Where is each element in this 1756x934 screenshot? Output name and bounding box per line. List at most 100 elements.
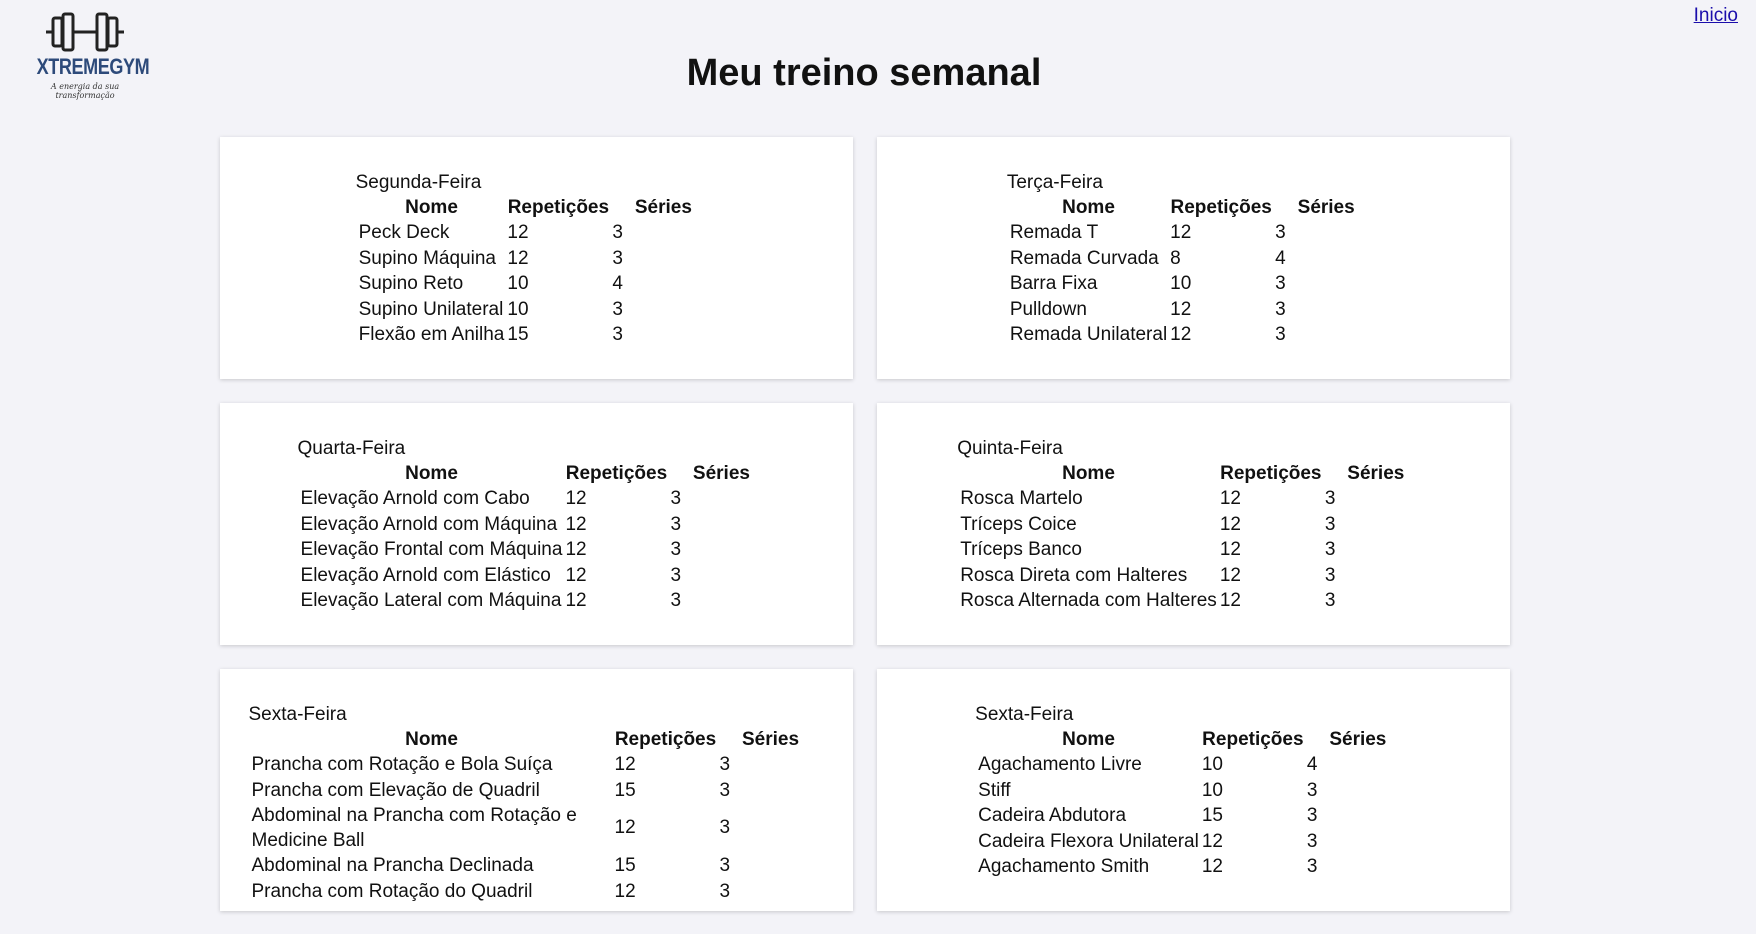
column-header: Repetições [565,463,668,484]
table-row: Prancha com Elevação de Quadril 15 3 [252,779,822,804]
column-header: Nome [405,729,458,750]
day-card: Quarta-Feira Nome Repetições Séries Elevação… [220,403,853,645]
series-cell: 3 [670,564,682,586]
series-cell: 3 [612,324,623,345]
table-row: Peck Deck 12 3 [359,221,715,246]
exercise-name: Supino Unilateral [358,298,504,320]
table-row: Elevação Arnold com Elástico 12 3 [301,564,773,589]
column-header: Repetições [1202,729,1304,750]
repetitions-cell: 8 [1170,247,1181,269]
series-cell: 3 [719,880,731,902]
column-header: Séries [1329,729,1387,750]
table-row: Supino Reto 10 4 [359,272,715,297]
repetitions-cell: 12 [1201,830,1223,852]
exercise-name: Agachamento Livre [978,754,1142,775]
column-header: Repetições [1170,197,1272,218]
exercise-name: Elevação Lateral com Máquina [300,590,562,611]
exercise-name: Pulldown [1009,298,1087,320]
exercise-name: Rosca Martelo [960,488,1083,509]
exercise-name: Elevação Arnold com Elástico [300,564,551,586]
repetitions-cell: 12 [614,880,636,902]
table-row: Supino Unilateral 10 3 [359,298,715,323]
exercise-name: Peck Deck [358,222,450,243]
table-row: Tríceps Coice 12 3 [960,513,1427,538]
table-row: Prancha com Rotação do Quadril 12 3 [252,880,822,905]
table-header-row: Nome Repetições Séries [359,196,715,220]
table-row: Flexão em Anilha 15 3 [359,323,715,348]
exercise-name: Elevação Arnold com Cabo [300,488,530,509]
series-cell: 3 [1306,830,1318,852]
column-header: Séries [634,197,692,218]
table-row: Abdominal na Prancha com Rotação e Medic… [252,804,822,853]
series-cell: 3 [719,855,731,876]
series-cell: 3 [1306,779,1318,801]
workout-table: Quinta-Feira Nome Repetições Séries Rosca Ma… [957,438,1430,615]
day-card: Terça-Feira Nome Repetições Séries Remada T 1… [877,137,1510,379]
exercise-name: Agachamento Smith [978,856,1150,877]
day-caption: Segunda-Feira [355,172,482,193]
series-cell: 3 [1306,856,1318,877]
day-caption: Quinta-Feira [957,438,1063,459]
series-cell: 3 [612,222,623,243]
series-cell: 3 [1275,273,1286,294]
table-header-row: Nome Repetições Séries [978,728,1409,752]
workout-table: Terça-Feira Nome Repetições Séries Remada T 1… [1007,172,1380,349]
repetitions-cell: 10 [1170,273,1192,294]
dumbbell-icon [46,12,124,52]
exercise-name: Tríceps Coice [960,513,1077,535]
exercise-name: Elevação Arnold com Máquina [300,513,558,535]
table-row: Stiff 10 3 [978,779,1409,804]
workout-table: Sexta-Feira Nome Repetições Séries Prancha c… [249,704,825,905]
exercise-name: Tríceps Banco [960,539,1082,560]
table-row: Rosca Direta com Halteres 12 3 [960,564,1427,589]
column-header: Repetições [507,197,610,218]
exercise-name: Stiff [978,779,1011,801]
exercise-name: Prancha com Rotação e Bola Suíça [251,754,553,775]
repetitions-cell: 12 [1201,856,1223,877]
day-caption: Sexta-Feira [248,704,347,725]
exercise-name: Remada Curvada [1009,247,1159,269]
exercise-name: Abdominal na Prancha com Rotação e Medic… [251,805,577,851]
repetitions-cell: 12 [565,488,587,509]
column-header: Séries [692,463,750,484]
repetitions-cell: 12 [1219,513,1241,535]
repetitions-cell: 12 [565,590,587,611]
series-cell: 3 [1306,805,1318,826]
series-cell: 3 [1324,539,1336,560]
repetitions-cell: 12 [1219,564,1241,586]
exercise-name: Prancha com Elevação de Quadril [251,779,540,801]
table-row: Pulldown 12 3 [1010,298,1377,323]
repetitions-cell: 15 [614,855,636,876]
workout-table: Sexta-Feira Nome Repetições Séries Agachamen… [975,704,1412,881]
table-row: Rosca Martelo 12 3 [960,487,1427,512]
exercise-name: Barra Fixa [1009,273,1098,294]
home-link[interactable]: Inicio [1694,5,1738,27]
exercise-name: Elevação Frontal com Máquina [300,539,563,560]
repetitions-cell: 12 [565,513,587,535]
column-header: Nome [1062,197,1115,218]
table-header-row: Nome Repetições Séries [301,462,773,486]
table-row: Supino Máquina 12 3 [359,247,715,272]
exercise-name: Cadeira Flexora Unilateral [978,830,1199,852]
exercise-name: Abdominal na Prancha Declinada [251,855,534,876]
repetitions-cell: 12 [614,754,636,775]
table-row: Elevação Lateral com Máquina 12 3 [301,589,773,614]
column-header: Séries [1347,463,1405,484]
series-cell: 3 [1275,222,1286,243]
series-cell: 4 [1275,247,1286,269]
series-cell: 3 [612,247,623,269]
repetitions-cell: 12 [507,247,529,269]
table-row: Barra Fixa 10 3 [1010,272,1377,297]
day-caption: Quarta-Feira [297,438,406,459]
repetitions-cell: 10 [507,273,529,294]
workout-grid: Segunda-Feira Nome Repetições Séries Peck De… [220,137,1510,911]
series-cell: 4 [612,273,623,294]
series-cell: 3 [719,754,731,775]
day-card: Sexta-Feira Nome Repetições Séries Prancha c… [220,669,853,911]
series-cell: 3 [1324,590,1336,611]
series-cell: 3 [719,779,731,801]
table-row: Prancha com Rotação e Bola Suíça 12 3 [252,753,822,778]
repetitions-cell: 12 [565,539,587,560]
repetitions-cell: 12 [1170,324,1192,345]
table-row: Agachamento Smith 12 3 [978,855,1409,880]
